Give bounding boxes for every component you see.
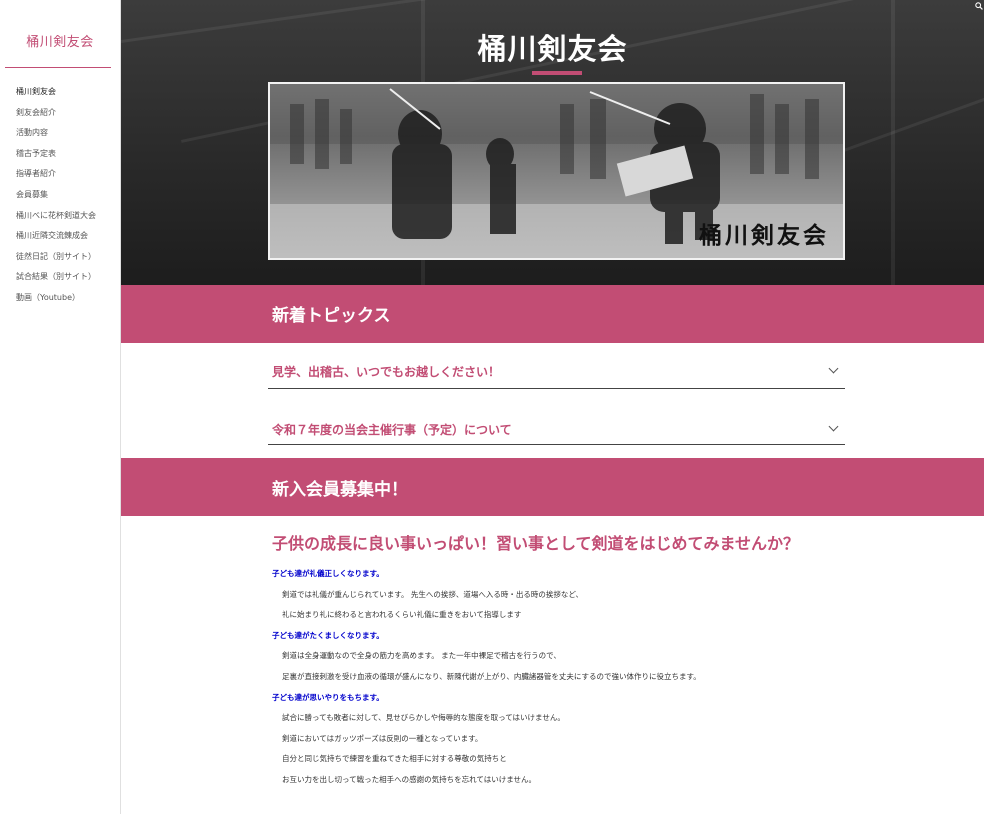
benefit-text: 礼に始まり礼に終わると言われるくらい礼儀に重きをおいて指導します (282, 610, 522, 620)
topics-heading: 新着トピックス (272, 306, 391, 326)
nav-item-diary[interactable]: 徒然日記（別サイト） (16, 251, 120, 272)
sidebar-nav: 桶川剣友会 剣友会紹介 活動内容 稽古予定表 指導者紹介 会員募集 桶川べに花杯… (0, 86, 120, 313)
accordion-label[interactable]: 見学、出稽古、いつでもお越しください！ (272, 363, 500, 380)
benefit-text: お互い力を出し切って戦った相手への感謝の気持ちを忘れてはいけません。 (282, 774, 537, 784)
sidebar: 桶川剣友会 桶川剣友会 剣友会紹介 活動内容 稽古予定表 指導者紹介 会員募集 … (0, 0, 121, 814)
title-underline (532, 71, 582, 75)
nav-item-schedule[interactable]: 稽古予定表 (16, 148, 120, 169)
nav-item-exchange[interactable]: 桶川近隣交流錬成会 (16, 230, 120, 251)
nav-item-about[interactable]: 剣友会紹介 (16, 107, 120, 128)
recruit-content: 子供の成長に良い事いっぱい！習い事として剣道をはじめてみませんか？ 子ども達が礼… (272, 530, 872, 791)
accordion-label[interactable]: 令和７年度の当会主催行事（予定）について (272, 421, 512, 438)
nav-item-activities[interactable]: 活動内容 (16, 127, 120, 148)
site-title[interactable]: 桶川剣友会 (0, 31, 120, 50)
chevron-down-icon[interactable] (828, 363, 839, 374)
search-icon[interactable] (975, 2, 983, 10)
chevron-down-icon[interactable] (828, 421, 839, 432)
nav-item-instructors[interactable]: 指導者紹介 (16, 168, 120, 189)
recruit-heading: 新入会員募集中！ (272, 480, 408, 500)
hero-section: 桶川剣友会 桶川剣友会 (121, 0, 984, 285)
nav-item-video[interactable]: 動画（Youtube） (16, 292, 120, 313)
hero-banner-image: 桶川剣友会 (268, 82, 845, 260)
title-divider (5, 67, 111, 68)
recruit-band: 新入会員募集中！ (121, 458, 984, 516)
banner-logo-text: 桶川剣友会 (699, 222, 829, 249)
benefit-heading-empathy: 子ども達が思いやりをもちます。 (272, 692, 384, 702)
benefit-heading-strength: 子ども達がたくましくなります。 (272, 630, 384, 640)
benefit-heading-manners: 子ども達が礼儀正しくなります。 (272, 569, 384, 578)
benefit-text: 足裏が直接刺激を受け血液の循環が盛んになり、新陳代謝が上がり、内臓諸器管を丈夫に… (282, 671, 701, 681)
accordion-item-events[interactable]: 令和７年度の当会主催行事（予定）について (268, 408, 845, 445)
benefit-text: 試合に勝っても敗者に対して、見せびらかしや侮辱的な態度を取ってはいけません。 (282, 713, 565, 723)
nav-item-home[interactable]: 桶川剣友会 (16, 86, 120, 107)
benefit-text: 自分と同じ気持ちで練習を重ねてきた相手に対する尊敬の気持ちと (282, 754, 507, 764)
nav-item-tournament[interactable]: 桶川べに花杯剣道大会 (16, 210, 120, 231)
benefit-text: 剣道においてはガッツポーズは反則の一種となっています。 (282, 733, 483, 743)
recruit-headline: 子供の成長に良い事いっぱい！習い事として剣道をはじめてみませんか？ (272, 534, 800, 553)
page-title: 桶川剣友会 (477, 32, 628, 66)
accordion-item-visit[interactable]: 見学、出稽古、いつでもお越しください！ (268, 350, 845, 389)
nav-item-recruit[interactable]: 会員募集 (16, 189, 120, 210)
topics-band: 新着トピックス (121, 285, 984, 343)
nav-item-results[interactable]: 試合結果（別サイト） (16, 271, 120, 292)
benefit-text: 剣道は全身運動なので全身の筋力を高めます。 また一年中裸足で稽古を行うので、 (282, 651, 561, 661)
benefit-text: 剣道では礼儀が重んじられています。 先生への挨拶、道場へ入る時・出る時の挨拶など… (282, 589, 584, 599)
